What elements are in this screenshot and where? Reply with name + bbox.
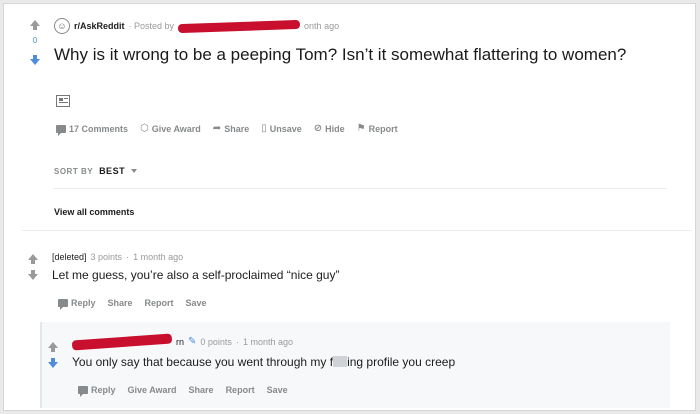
- post-score: 0: [32, 36, 38, 45]
- post-card: 0 ☺ r/AskReddit · Posted by onth ago Why…: [3, 3, 696, 411]
- flag-icon: ⚑: [356, 123, 366, 134]
- report-label: Report: [368, 124, 398, 134]
- reply-label: Reply: [91, 385, 116, 395]
- post-time: onth ago: [304, 21, 340, 31]
- view-all-comments-link[interactable]: View all comments: [54, 207, 134, 217]
- post-vote-column: 0: [28, 20, 42, 65]
- downvote-arrow-icon[interactable]: [48, 358, 58, 368]
- comment-points: 0 points: [200, 336, 232, 347]
- comment-actions: Reply Share Report Save: [58, 298, 207, 310]
- upvote-arrow-icon[interactable]: [30, 20, 40, 30]
- sort-label: SORT BY: [54, 166, 94, 176]
- reply-button[interactable]: Reply: [58, 298, 96, 310]
- comment-icon: [78, 386, 88, 397]
- comment-author[interactable]: rn: [176, 337, 184, 347]
- chevron-down-icon: [131, 169, 138, 173]
- comment-icon: [56, 125, 66, 136]
- post-meta: ☺ r/AskReddit · Posted by onth ago: [54, 18, 339, 34]
- share-button[interactable]: ➦ Share: [212, 123, 250, 135]
- pencil-icon: ✎: [188, 336, 197, 347]
- comments-label: 17 Comments: [69, 124, 129, 134]
- subreddit-icon: ☺: [54, 18, 70, 34]
- comment-body-part: ing profile you creep: [347, 355, 456, 369]
- comment-points: 3 points: [90, 252, 123, 262]
- redacted-username: [177, 19, 301, 33]
- posted-by-label: · Posted by: [128, 21, 175, 31]
- share-label: Share: [224, 124, 250, 134]
- comment-author[interactable]: [deleted]: [52, 252, 87, 262]
- share-button[interactable]: Share: [108, 298, 133, 308]
- comment-vote-column: [26, 254, 40, 280]
- share-button[interactable]: Share: [189, 385, 214, 395]
- sort-value: BEST: [99, 166, 126, 176]
- divider: [54, 188, 666, 189]
- comment-body: You only say that because you went throu…: [72, 355, 455, 369]
- save-button[interactable]: Save: [186, 298, 207, 308]
- comment-meta: rn ✎ 0 points · 1 month ago: [71, 333, 293, 350]
- give-award-button[interactable]: ⬡ Give Award: [140, 123, 201, 135]
- text-post-icon: [56, 95, 70, 107]
- post-actions: 17 Comments ⬡ Give Award ➦ Share ▯ Unsav…: [56, 123, 398, 136]
- report-button[interactable]: Report: [226, 385, 255, 395]
- comment-body: Let me guess, you’re also a self-proclai…: [52, 268, 340, 282]
- hide-icon: ⊘: [313, 123, 323, 134]
- comment-body-part: You only say that because you went throu…: [72, 355, 334, 369]
- sort-dropdown[interactable]: SORT BY BEST: [54, 166, 138, 176]
- upvote-arrow-icon[interactable]: [28, 254, 38, 264]
- comment-meta: [deleted] 3 points · 1 month ago: [52, 252, 183, 262]
- comment-icon: [58, 299, 68, 310]
- meta-separator: ·: [126, 252, 130, 262]
- comment-vote-column: [46, 342, 60, 368]
- reply-label: Reply: [71, 298, 96, 308]
- reply-button[interactable]: Reply: [78, 385, 116, 397]
- comment-time: 1 month ago: [242, 336, 293, 347]
- save-button[interactable]: Save: [267, 385, 288, 395]
- hide-button[interactable]: ⊘ Hide: [313, 123, 345, 135]
- bookmark-icon: ▯: [261, 123, 267, 134]
- report-button[interactable]: Report: [145, 298, 174, 308]
- downvote-arrow-icon[interactable]: [28, 270, 38, 280]
- downvote-arrow-icon[interactable]: [30, 55, 40, 65]
- post-title[interactable]: Why is it wrong to be a peeping Tom? Isn…: [54, 44, 654, 66]
- comment-actions: Reply Give Award Share Report Save: [78, 385, 288, 397]
- subreddit-link[interactable]: r/AskReddit: [74, 21, 125, 31]
- hide-label: Hide: [325, 124, 345, 134]
- award-icon: ⬡: [140, 123, 149, 134]
- meta-separator: ·: [235, 336, 239, 347]
- share-arrow-icon: ➦: [212, 123, 222, 134]
- comments-button[interactable]: 17 Comments: [56, 124, 129, 136]
- unsave-label: Unsave: [269, 124, 302, 134]
- give-award-button[interactable]: Give Award: [128, 385, 177, 395]
- divider: [22, 230, 692, 231]
- give-award-label: Give Award: [151, 124, 201, 134]
- comment-time: 1 month ago: [133, 252, 184, 262]
- upvote-arrow-icon[interactable]: [48, 342, 58, 352]
- unsave-button[interactable]: ▯ Unsave: [261, 123, 302, 135]
- report-button[interactable]: ⚑ Report: [356, 123, 398, 135]
- censored-text: [333, 356, 348, 367]
